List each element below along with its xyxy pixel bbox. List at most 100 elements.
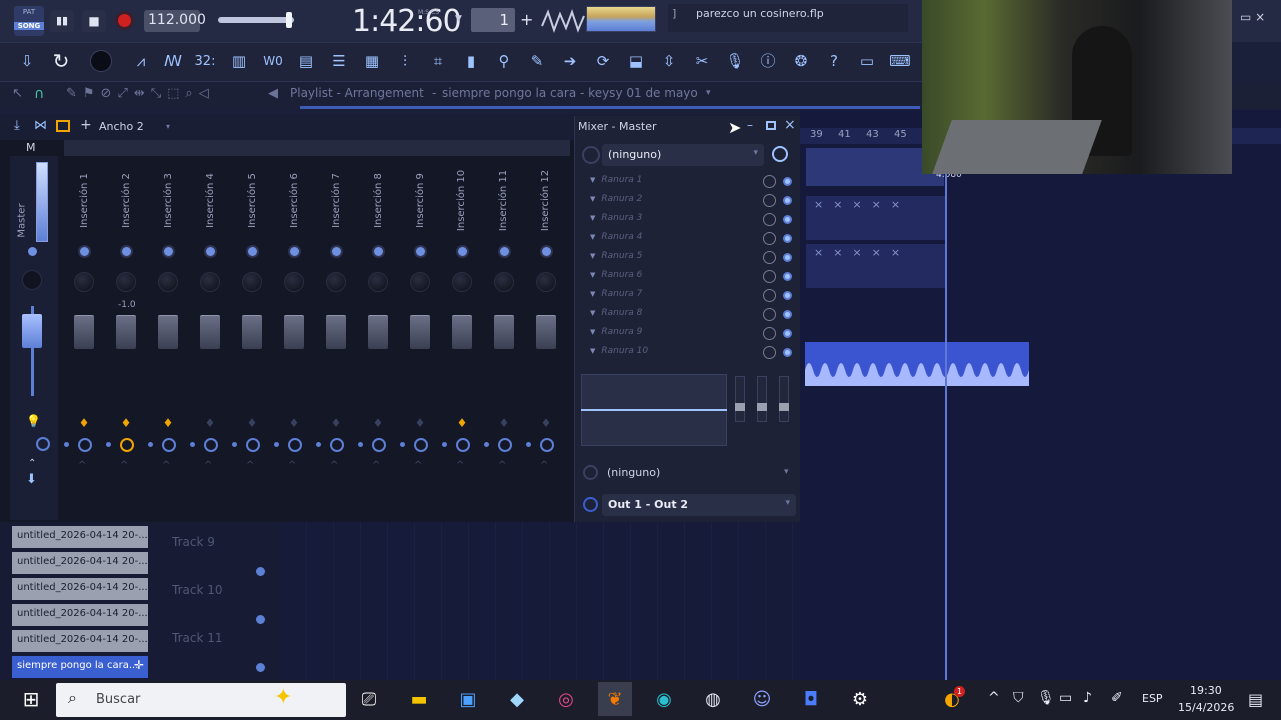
fl-studio-icon[interactable]: ❦ — [598, 682, 632, 716]
insert-pan-knob[interactable] — [284, 272, 304, 292]
input-selector[interactable]: (ninguno) — [607, 466, 660, 479]
screen-recorder-icon[interactable]: ◘ — [794, 682, 828, 716]
plug-icon[interactable]: ⚲ — [491, 48, 517, 74]
loop-icon[interactable]: ⟳ — [590, 48, 616, 74]
snap-arrow-icon[interactable]: ↖ — [12, 86, 23, 101]
track-11-dot[interactable] — [256, 663, 265, 672]
fx-slot-9[interactable]: Ranura 9 — [580, 324, 795, 343]
pattern-icon[interactable]: ⌗ — [425, 48, 451, 74]
fx-slot-enable-toggle[interactable] — [783, 310, 792, 319]
fx-slot-2[interactable]: Ranura 2 — [580, 191, 795, 210]
insert-route-arrow-icon[interactable]: ^ — [498, 460, 506, 471]
insert-route-arrow-icon[interactable]: ^ — [330, 460, 338, 471]
fx-slot-enable-toggle[interactable] — [783, 253, 792, 262]
insert-clock-icon[interactable] — [372, 438, 386, 452]
insert-bulb-icon[interactable]: ♦ — [456, 416, 468, 430]
mixer-add-icon[interactable]: + — [80, 117, 92, 133]
fx-slot-mix-knob[interactable] — [763, 194, 776, 207]
insert-bulb-icon[interactable]: ♦ — [372, 416, 384, 430]
insert-clock-icon[interactable] — [330, 438, 344, 452]
insert-bulb-icon[interactable]: ♦ — [204, 416, 216, 430]
fx-slot-enable-toggle[interactable] — [783, 329, 792, 338]
insert-route-arrow-icon[interactable]: ^ — [204, 460, 212, 471]
insert-clock-icon[interactable] — [78, 438, 92, 452]
mixer-window-icon[interactable] — [56, 120, 70, 132]
insert-route-arrow-icon[interactable]: ^ — [456, 460, 464, 471]
insert-send-dot[interactable] — [458, 247, 467, 256]
notification-app-icon[interactable]: ◐ — [935, 682, 969, 716]
output-power-icon[interactable] — [583, 497, 598, 512]
insert-route-arrow-icon[interactable]: ^ — [540, 460, 548, 471]
file-5[interactable]: untitled_2026-04-14 20-... — [12, 630, 148, 652]
instagram-icon[interactable]: ◎ — [549, 682, 583, 716]
info-icon[interactable]: ⓘ — [755, 48, 781, 74]
track-grid[interactable] — [280, 522, 800, 680]
piano-icon[interactable]: ▦ — [359, 48, 385, 74]
insert-fader[interactable] — [200, 315, 220, 349]
pause-button[interactable]: ▮▮ — [50, 10, 74, 32]
save-icon[interactable]: ⬓ — [623, 48, 649, 74]
insert-fader[interactable] — [116, 315, 136, 349]
tray-volume-icon[interactable]: ♪ — [1083, 690, 1092, 706]
insert-send-dot[interactable] — [122, 247, 131, 256]
master-dot[interactable] — [28, 247, 37, 256]
track-9-label[interactable]: Track 9 — [172, 535, 215, 549]
insert-clock-icon[interactable] — [414, 438, 428, 452]
arrow-icon[interactable]: ➔ — [557, 48, 583, 74]
mixer-insert-8[interactable]: Inserción 8 ♦ ^ — [358, 160, 398, 520]
fx-slot-5[interactable]: Ranura 5 — [580, 248, 795, 267]
tray-display-icon[interactable]: ▭ — [1059, 690, 1072, 706]
mixer-insert-7[interactable]: Inserción 7 ♦ ^ — [316, 160, 356, 520]
search-box[interactable]: ⌕ Buscar ✦ — [56, 683, 346, 717]
fx-slot-enable-toggle[interactable] — [783, 291, 792, 300]
tempo-icon[interactable]: ꟿ — [160, 48, 186, 74]
fx-slot-7[interactable]: Ranura 7 — [580, 286, 795, 305]
pattern-dropdown-icon[interactable]: ▼ — [455, 14, 462, 24]
insert-pan-knob[interactable] — [410, 272, 430, 292]
refresh-icon[interactable]: ↻ — [48, 48, 74, 74]
insert-send-dot[interactable] — [164, 247, 173, 256]
insert-clock-icon[interactable] — [120, 438, 134, 452]
fx-slot-8[interactable]: Ranura 8 — [580, 305, 795, 324]
playlist-back-icon[interactable]: ◀ — [268, 86, 278, 101]
insert-pan-knob[interactable] — [326, 272, 346, 292]
master-down-arrow-icon[interactable]: ⬇ — [26, 472, 37, 487]
insert-clock-icon[interactable] — [540, 438, 554, 452]
insert-pan-knob[interactable] — [536, 272, 556, 292]
store-icon[interactable]: ▣ — [451, 682, 485, 716]
mixer-arrow-icon[interactable]: ⤓ — [14, 118, 20, 133]
fx-slot-mix-knob[interactable] — [763, 213, 776, 226]
fx-slot-enable-toggle[interactable] — [783, 234, 792, 243]
keyboard-icon[interactable]: ⌨ — [887, 48, 913, 74]
preset-selector[interactable]: (ninguno) ▾ — [602, 144, 764, 166]
fx-slot-enable-toggle[interactable] — [783, 215, 792, 224]
insert-pan-knob[interactable] — [74, 272, 94, 292]
insert-send-dot[interactable] — [416, 247, 425, 256]
insert-fader[interactable] — [326, 315, 346, 349]
insert-bulb-icon[interactable]: ♦ — [330, 416, 342, 430]
fx-slot-10[interactable]: Ranura 10 — [580, 343, 795, 362]
mixer-insert-6[interactable]: Inserción 6 ♦ ^ — [274, 160, 314, 520]
insert-send-dot[interactable] — [206, 247, 215, 256]
mixer-maximize-button[interactable] — [766, 121, 776, 130]
fx-slot-mix-knob[interactable] — [763, 251, 776, 264]
insert-pan-knob[interactable] — [494, 272, 514, 292]
32-icon[interactable]: 32: — [192, 48, 218, 74]
insert-bulb-icon[interactable]: ♦ — [78, 416, 90, 430]
eq-fader-3[interactable] — [779, 376, 789, 422]
fx-slot-4[interactable]: Ranura 4 — [580, 229, 795, 248]
cpu-icon[interactable] — [88, 48, 114, 74]
pattern-clip-2[interactable]: ××××× — [806, 244, 946, 288]
clipboard-icon[interactable]: ▮ — [458, 48, 484, 74]
insert-pan-knob[interactable] — [452, 272, 472, 292]
pattern-clip-1[interactable]: ××××× — [806, 196, 946, 240]
playlist-dropdown-icon[interactable]: ▾ — [706, 88, 711, 98]
mixer-icon[interactable]: W0 — [260, 48, 286, 74]
insert-clock-icon[interactable] — [204, 438, 218, 452]
settings-icon[interactable]: ⚙ — [843, 682, 877, 716]
insert-route-arrow-icon[interactable]: ^ — [246, 460, 254, 471]
scissors-icon[interactable]: ✂ — [689, 48, 715, 74]
insert-route-arrow-icon[interactable]: ^ — [372, 460, 380, 471]
insert-send-dot[interactable] — [542, 247, 551, 256]
time-display[interactable]: 1:42:60 — [352, 4, 462, 39]
